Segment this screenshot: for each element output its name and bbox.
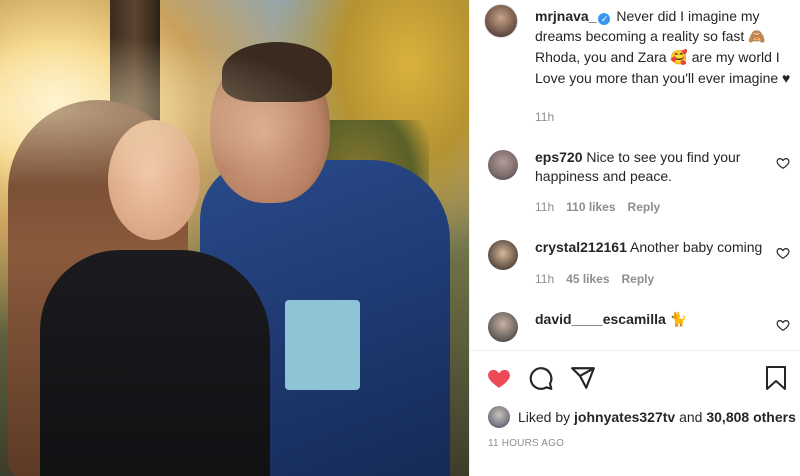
save-button[interactable] (762, 364, 790, 392)
comment-likes[interactable]: 110 likes (566, 200, 615, 214)
action-bar (485, 364, 597, 392)
bookmark-icon (766, 366, 786, 390)
comment-username[interactable]: david____escamilla (535, 311, 666, 327)
caption-meta: 11h (535, 110, 566, 124)
comment-item: crystal212161 Another baby coming (535, 238, 765, 257)
comment-likes[interactable]: 45 likes (566, 272, 609, 286)
comment-text: Another baby coming (630, 239, 763, 255)
reply-button[interactable]: Reply (622, 272, 655, 286)
author-avatar[interactable] (484, 4, 518, 38)
heart-filled-icon (488, 369, 510, 388)
liker-avatar[interactable] (488, 406, 510, 428)
post-view: mrjnava_ ✓ Never did I imagine my dreams … (0, 0, 800, 476)
comment-button[interactable] (527, 364, 555, 392)
comment-time[interactable]: 11h (535, 200, 554, 214)
caption-emoji-1: 🙈 (748, 29, 766, 45)
liked-by-user[interactable]: johnyates327tv (574, 409, 675, 425)
comment-meta: 11h 45 likes Reply (535, 272, 654, 286)
like-button[interactable] (485, 364, 513, 392)
post-timestamp[interactable]: 11 HOURS AGO (488, 438, 564, 449)
comment-bubble-icon (529, 367, 553, 390)
comment-time[interactable]: 11h (535, 272, 554, 286)
commenter-avatar[interactable] (488, 240, 518, 270)
caption-heart: ♥ (782, 70, 791, 86)
comment-username[interactable]: eps720 (535, 149, 582, 165)
caption-text-2: Rhoda, you and Zara (535, 49, 671, 65)
paper-plane-icon (571, 367, 595, 389)
comment-meta: 11h 110 likes Reply (535, 200, 660, 214)
verified-badge-icon: ✓ (598, 13, 611, 25)
comment-likes-count[interactable]: 45 likes (566, 272, 609, 286)
reply-button[interactable]: Reply (628, 200, 661, 214)
post-caption: mrjnava_ ✓ Never did I imagine my dreams … (535, 6, 791, 88)
jacket-panel (285, 300, 360, 390)
commenter-avatar[interactable] (488, 150, 518, 180)
heart-outline-icon[interactable] (776, 156, 790, 170)
share-button[interactable] (569, 364, 597, 392)
liked-by-mid: and (679, 409, 703, 425)
caption-time[interactable]: 11h (535, 110, 554, 124)
liked-by-count[interactable]: 30,808 others (706, 409, 796, 425)
comment-username[interactable]: crystal212161 (535, 239, 627, 255)
liked-by: Liked by johnyates327tv and 30,808 other… (488, 406, 796, 428)
heart-outline-icon[interactable] (776, 318, 790, 332)
author-username[interactable]: mrjnava_ (535, 8, 596, 24)
comment-text: 🐈 (669, 312, 688, 328)
heart-outline-icon[interactable] (776, 246, 790, 260)
post-photo[interactable] (0, 0, 469, 476)
woman-top (40, 250, 270, 476)
comment-likes-count[interactable]: 110 likes (566, 200, 615, 214)
post-sidebar: mrjnava_ ✓ Never did I imagine my dreams … (469, 0, 800, 476)
liked-by-prefix: Liked by (518, 409, 571, 425)
section-divider (470, 350, 800, 351)
commenter-avatar[interactable] (488, 312, 518, 342)
comment-item: david____escamilla 🐈 (535, 310, 765, 330)
sun-glare (0, 20, 380, 200)
caption-emoji-2: 🥰 (670, 50, 688, 66)
comment-item: eps720 Nice to see you find your happine… (535, 148, 765, 186)
